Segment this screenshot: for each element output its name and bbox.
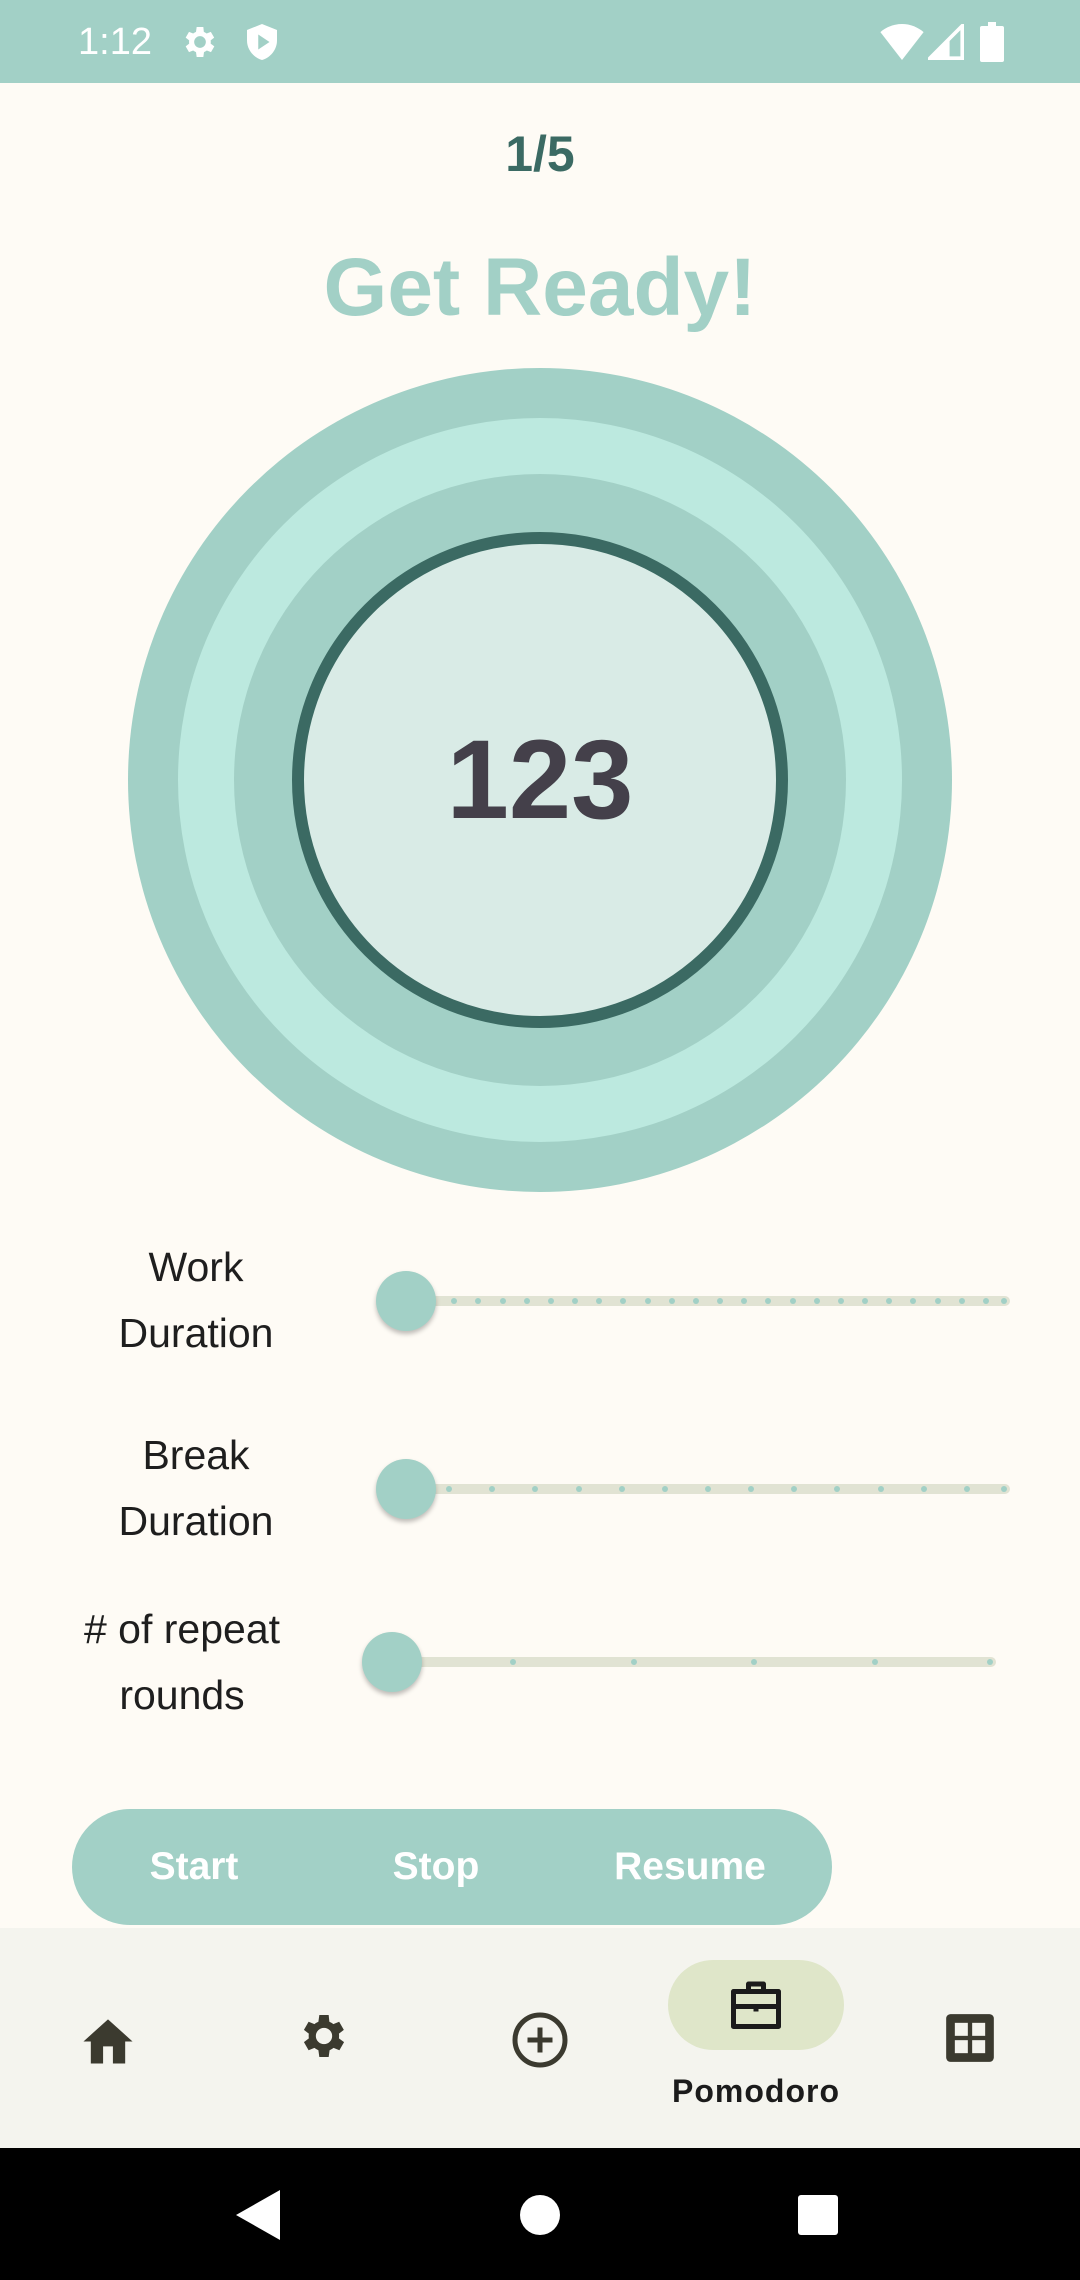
- slider-tick: [983, 1298, 989, 1304]
- slider-tick: [791, 1486, 797, 1492]
- work-duration-label-line1: Work: [148, 1244, 244, 1290]
- battery-icon: [980, 22, 1004, 62]
- slider-tick: [645, 1298, 651, 1304]
- slider-tick: [834, 1486, 840, 1492]
- status-bar: 1:12: [0, 0, 1080, 83]
- timer-display: 123: [128, 368, 952, 1192]
- repeat-rounds-label: # of repeat rounds: [46, 1596, 318, 1728]
- slider-thumb[interactable]: [362, 1632, 422, 1692]
- shield-play-icon: [247, 24, 277, 60]
- slider-track: [392, 1657, 996, 1667]
- slider-thumb[interactable]: [376, 1459, 436, 1519]
- grid-icon: [946, 2014, 994, 2062]
- slider-tick: [631, 1659, 637, 1665]
- back-icon[interactable]: [236, 2190, 280, 2240]
- break-duration-label: Break Duration: [60, 1422, 332, 1554]
- work-duration-label: Work Duration: [60, 1234, 332, 1366]
- slider-tick: [705, 1486, 711, 1492]
- repeat-rounds-slider[interactable]: [362, 1632, 996, 1692]
- slider-tick: [576, 1486, 582, 1492]
- slider-tick: [500, 1298, 506, 1304]
- slider-tick: [741, 1298, 747, 1304]
- slider-tick: [1001, 1298, 1007, 1304]
- pomodoro-screen: 1:12 1/5 Get Ready! 123 Work Duration Br…: [0, 0, 1080, 2280]
- slider-track: [406, 1296, 1010, 1306]
- slider-tick: [489, 1486, 495, 1492]
- timer-controls: Start Stop Resume: [72, 1809, 832, 1925]
- settings-icon: [185, 27, 215, 57]
- slider-tick: [475, 1298, 481, 1304]
- slider-tick: [532, 1486, 538, 1492]
- slider-tick: [886, 1298, 892, 1304]
- slider-tick: [748, 1486, 754, 1492]
- slider-tick: [619, 1486, 625, 1492]
- slider-tick: [838, 1298, 844, 1304]
- slider-tick: [790, 1298, 796, 1304]
- nav-item-settings[interactable]: [216, 1928, 432, 2148]
- stop-button[interactable]: Stop: [354, 1809, 518, 1925]
- slider-tick: [446, 1486, 452, 1492]
- home-icon: [83, 2019, 133, 2064]
- slider-tick: [620, 1298, 626, 1304]
- bottom-navigation: [0, 1928, 1080, 2148]
- slider-tick: [921, 1486, 927, 1492]
- slider-tick: [572, 1298, 578, 1304]
- gear-icon: [303, 2015, 345, 2057]
- slider-tick: [693, 1298, 699, 1304]
- add-circle-icon: [512, 2012, 568, 2068]
- slider-tick: [548, 1298, 554, 1304]
- repeat-rounds-label-line1: # of repeat: [83, 1606, 281, 1652]
- slider-tick: [662, 1486, 668, 1492]
- slider-tick: [910, 1298, 916, 1304]
- break-duration-label-line1: Break: [142, 1432, 250, 1478]
- briefcase-icon: [731, 1981, 781, 2029]
- slider-tick: [524, 1298, 530, 1304]
- break-duration-label-line2: Duration: [118, 1498, 274, 1544]
- slider-tick: [862, 1298, 868, 1304]
- resume-button[interactable]: Resume: [590, 1809, 790, 1925]
- slider-tick: [959, 1298, 965, 1304]
- slider-tick: [1001, 1486, 1007, 1492]
- slider-tick: [669, 1298, 675, 1304]
- slider-tick: [935, 1298, 941, 1304]
- slider-tick: [717, 1298, 723, 1304]
- slider-tick: [872, 1659, 878, 1665]
- slider-tick: [451, 1298, 457, 1304]
- round-counter: 1/5: [505, 126, 575, 182]
- nav-item-grid[interactable]: [864, 1928, 1080, 2148]
- start-button[interactable]: Start: [112, 1809, 276, 1925]
- get-ready-headline: Get Ready!: [323, 242, 757, 333]
- repeat-rounds-label-line2: rounds: [119, 1672, 245, 1718]
- slider-tick: [964, 1486, 970, 1492]
- nav-item-add[interactable]: [432, 1928, 648, 2148]
- slider-tick: [987, 1659, 993, 1665]
- work-duration-slider[interactable]: [376, 1271, 1010, 1331]
- selected-indicator: [668, 1960, 844, 2050]
- wifi-icon: [880, 24, 924, 60]
- system-navigation-bar: [0, 2148, 1080, 2280]
- work-duration-label-line2: Duration: [118, 1310, 274, 1356]
- timer-value: 123: [446, 717, 634, 842]
- slider-tick: [878, 1486, 884, 1492]
- slider-tick: [596, 1298, 602, 1304]
- home-circle-icon[interactable]: [519, 2194, 561, 2236]
- slider-thumb[interactable]: [376, 1271, 436, 1331]
- slider-tick: [765, 1298, 771, 1304]
- nav-item-home[interactable]: [0, 1928, 216, 2148]
- status-time: 1:12: [78, 21, 152, 63]
- slider-tick: [510, 1659, 516, 1665]
- slider-tick: [751, 1659, 757, 1665]
- break-duration-slider[interactable]: [376, 1459, 1010, 1519]
- slider-tick: [814, 1298, 820, 1304]
- signal-icon: [928, 24, 964, 60]
- nav-label-pomodoro: Pomodoro: [672, 2073, 840, 2109]
- recents-icon[interactable]: [798, 2195, 838, 2235]
